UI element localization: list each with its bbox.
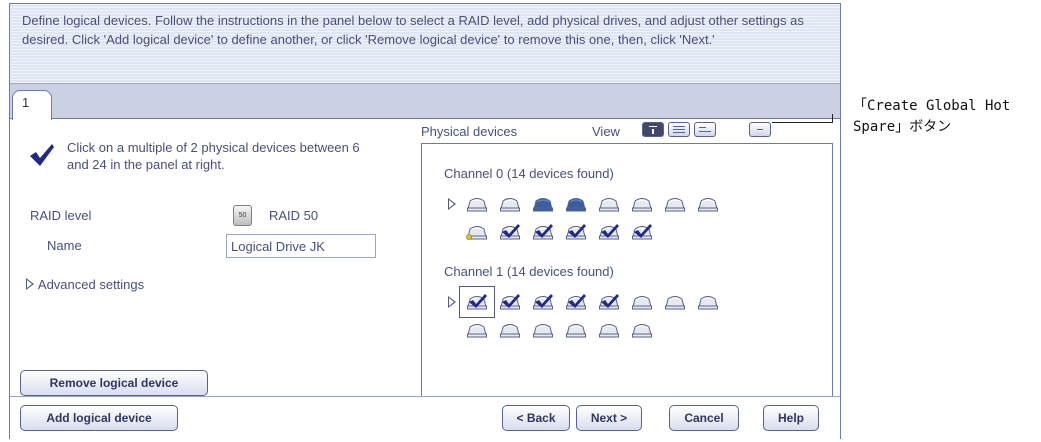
physical-device-icon[interactable] — [565, 196, 587, 212]
advanced-settings-toggle[interactable]: Advanced settings — [26, 277, 144, 292]
physical-device-icon[interactable] — [466, 322, 488, 338]
physical-device-icon[interactable] — [598, 196, 620, 212]
add-logical-device-button[interactable]: Add logical device — [20, 405, 178, 431]
physical-device-icon[interactable] — [532, 224, 554, 240]
physical-device-icon[interactable] — [532, 294, 554, 310]
physical-device-icon[interactable] — [631, 196, 653, 212]
callout-line-1: 「Create Global Hot — [853, 98, 1011, 114]
logical-device-wizard: Define logical devices. Follow the instr… — [9, 3, 841, 439]
physical-device-icon[interactable] — [565, 322, 587, 338]
physical-device-icon[interactable] — [697, 196, 719, 212]
physical-device-icon[interactable] — [532, 196, 554, 212]
physical-device-icon[interactable] — [499, 224, 521, 240]
physical-device-icon[interactable] — [565, 294, 587, 310]
physical-device-icon[interactable] — [499, 294, 521, 310]
physical-device-icon[interactable] — [664, 294, 686, 310]
callout-leader-line — [772, 122, 832, 123]
logical-device-settings-panel: Click on a multiple of 2 physical device… — [10, 119, 414, 396]
help-button[interactable]: Help — [763, 405, 819, 431]
view-detail-icon[interactable] — [694, 122, 716, 137]
physical-device-icon[interactable] — [631, 322, 653, 338]
view-list-icon[interactable] — [668, 122, 690, 137]
focused-device-outline — [459, 286, 495, 318]
callout-leader-tick — [832, 114, 833, 123]
name-label: Name — [47, 238, 82, 253]
physical-device-icon[interactable] — [598, 322, 620, 338]
raid-level-value[interactable]: RAID 50 — [269, 208, 318, 223]
channel-0-expand-icon[interactable] — [448, 198, 457, 210]
callout-line-2: Spare」ボタン — [853, 119, 952, 135]
create-global-hot-spare-button[interactable] — [749, 122, 771, 137]
physical-device-icon[interactable] — [532, 322, 554, 338]
physical-device-icon[interactable] — [598, 224, 620, 240]
physical-device-icon[interactable] — [466, 224, 488, 240]
physical-devices-panel: Physical devices View Channel 0 (14 devi… — [419, 119, 833, 397]
physical-device-icon[interactable] — [499, 196, 521, 212]
logical-drive-name-input[interactable] — [226, 234, 376, 258]
physical-device-icon[interactable] — [631, 224, 653, 240]
remove-logical-device-button[interactable]: Remove logical device — [20, 370, 208, 396]
channel-1-expand-icon[interactable] — [448, 296, 457, 308]
view-text-icon[interactable] — [642, 122, 664, 137]
checkmark-icon — [30, 144, 54, 166]
physical-device-icon[interactable] — [466, 196, 488, 212]
advanced-settings-label: Advanced settings — [37, 277, 145, 292]
physical-device-icon[interactable] — [598, 294, 620, 310]
physical-device-icon[interactable] — [664, 196, 686, 212]
physical-device-grid: Channel 0 (14 devices found) Channel 1 (… — [421, 143, 833, 397]
physical-device-icon[interactable] — [499, 322, 521, 338]
physical-device-icon[interactable] — [631, 294, 653, 310]
instructions-text: Define logical devices. Follow the instr… — [10, 4, 840, 84]
cancel-button[interactable]: Cancel — [669, 405, 739, 431]
raid-level-icon: 50 — [233, 205, 252, 226]
view-label: View — [592, 124, 620, 139]
physical-device-icon[interactable] — [697, 294, 719, 310]
tab-strip: 1 — [10, 84, 840, 120]
physical-device-icon[interactable] — [565, 224, 587, 240]
create-global-hot-spare-callout: 「Create Global Hot Spare」ボタン — [853, 96, 1041, 138]
channel-0-title: Channel 0 (14 devices found) — [444, 166, 614, 181]
physical-devices-label: Physical devices — [421, 124, 518, 139]
selection-hint: Click on a multiple of 2 physical device… — [67, 140, 360, 172]
channel-1-title: Channel 1 (14 devices found) — [444, 264, 614, 279]
tab-logical-device-1[interactable]: 1 — [12, 90, 52, 120]
expand-triangle-icon — [26, 278, 35, 290]
next-button[interactable]: Next > — [576, 405, 642, 431]
raid-level-label: RAID level — [30, 208, 92, 223]
back-button[interactable]: < Back — [502, 405, 570, 431]
